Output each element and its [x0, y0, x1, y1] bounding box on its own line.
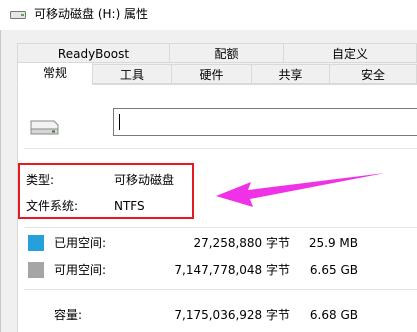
used-space-swatch: [28, 235, 44, 251]
capacity-bytes: 7,175,036,928 字节: [174, 308, 290, 322]
divider: [24, 148, 417, 149]
tab-hardware[interactable]: 硬件: [171, 64, 252, 84]
window-title: 可移动磁盘 (H:) 属性: [34, 7, 149, 21]
tab-sharing[interactable]: 共享: [251, 64, 330, 84]
removable-drive-icon: [10, 11, 26, 19]
free-space-swatch: [28, 262, 44, 278]
used-space-bytes: 27,258,880 字节: [193, 236, 290, 250]
title-bar: 可移动磁盘 (H:) 属性: [0, 0, 417, 30]
divider: [24, 289, 417, 290]
annotation-highlight-box: [18, 163, 194, 219]
tab-security[interactable]: 安全: [329, 64, 417, 84]
divider: [24, 227, 417, 228]
tab-tools[interactable]: 工具: [92, 64, 172, 84]
tab-customize[interactable]: 自定义: [283, 43, 417, 63]
drive-name-input[interactable]: [113, 108, 417, 136]
used-space-size: 25.9 MB: [308, 236, 358, 250]
window-frame: [0, 30, 1, 332]
tab-general[interactable]: 常规: [17, 62, 93, 85]
text-caret: [119, 114, 120, 130]
capacity-size: 6.68 GB: [309, 308, 358, 322]
capacity-label: 容量:: [54, 308, 83, 322]
free-space-bytes: 7,147,778,048 字节: [174, 263, 290, 277]
tab-quota[interactable]: 配额: [169, 43, 284, 63]
tab-readyboost[interactable]: ReadyBoost: [17, 43, 170, 63]
free-space-size: 6.65 GB: [309, 263, 358, 277]
removable-drive-icon: [30, 120, 59, 135]
used-space-label: 已用空间:: [54, 236, 107, 250]
free-space-label: 可用空间:: [54, 263, 107, 277]
